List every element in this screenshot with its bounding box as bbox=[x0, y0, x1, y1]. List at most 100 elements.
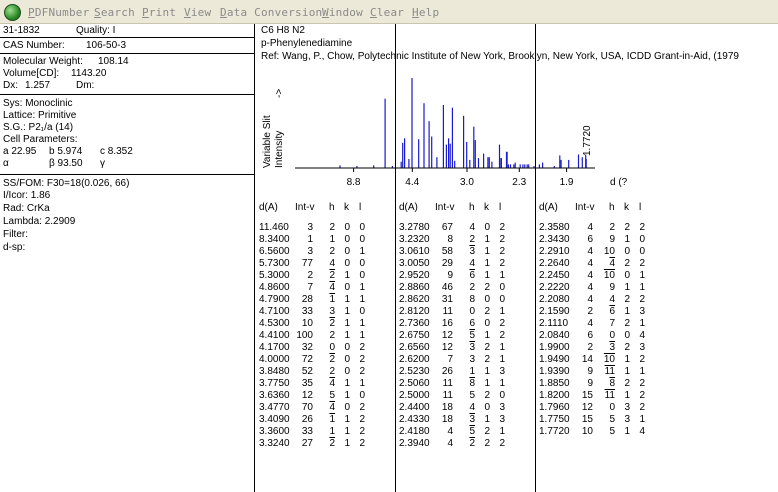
cell-k: 2 bbox=[624, 258, 630, 269]
cell-int: 4 bbox=[587, 270, 593, 281]
header-h: h bbox=[329, 202, 335, 213]
lattice: Lattice: Primitive bbox=[3, 110, 77, 121]
cell-l: 1 bbox=[359, 318, 365, 329]
header-h: h bbox=[469, 202, 475, 213]
cell-l: 0 bbox=[499, 390, 505, 401]
menu-help[interactable]: Help bbox=[412, 6, 439, 19]
cell-l: 1 bbox=[359, 246, 365, 257]
peak-annotation: 1.7720 bbox=[582, 125, 593, 156]
y-axis-arrow: -> bbox=[274, 89, 285, 98]
cell-h: 1 bbox=[329, 294, 335, 305]
cell-d: 2.8120 bbox=[399, 306, 430, 317]
cell-params-label: Cell Parameters: bbox=[3, 134, 78, 145]
cell-d: 2.3940 bbox=[399, 438, 430, 449]
menu-clear[interactable]: Clear bbox=[370, 6, 404, 19]
cell-k: 1 bbox=[344, 294, 350, 305]
menu-data-conversion[interactable]: Data Conversion bbox=[220, 6, 322, 19]
cell-l: 1 bbox=[499, 426, 505, 437]
cell-d: 2.6750 bbox=[399, 330, 430, 341]
cell-c: c 8.352 bbox=[100, 146, 133, 157]
cell-gamma: γ bbox=[100, 158, 105, 169]
cell-int: 29 bbox=[441, 258, 453, 269]
cell-h: 3 bbox=[609, 342, 615, 353]
cell-l: 3 bbox=[639, 342, 645, 353]
menu-pdfnumber[interactable]: PDFNumber bbox=[28, 6, 89, 19]
divider bbox=[0, 94, 255, 95]
cell-int: 18 bbox=[441, 402, 453, 413]
cell-alpha: α bbox=[3, 158, 9, 169]
reflection-table: d(A) Int-v h k l 2.3580 4 2 2 2 2.3430 6 9 1 0 2.2910 4 1… bbox=[539, 202, 674, 487]
cell-h: 4 bbox=[329, 378, 335, 389]
cell-h: 1 bbox=[329, 426, 335, 437]
header-k: k bbox=[484, 202, 489, 213]
cell-k: 2 bbox=[624, 342, 630, 353]
cell-h: 3 bbox=[469, 354, 475, 365]
app-globe-icon[interactable] bbox=[4, 4, 21, 21]
cell-d: 2.2220 bbox=[539, 282, 570, 293]
cell-l: 1 bbox=[639, 366, 645, 377]
cell-k: 1 bbox=[484, 246, 490, 257]
cell-int: 31 bbox=[441, 294, 453, 305]
cell-k: 0 bbox=[344, 258, 350, 269]
cell-h: 2 bbox=[329, 246, 335, 257]
cell-int: 72 bbox=[301, 354, 313, 365]
dx-value: 1.257 bbox=[25, 80, 51, 91]
cell-l: 2 bbox=[359, 342, 365, 353]
cell-k: 3 bbox=[624, 414, 630, 425]
filter: Filter: bbox=[3, 229, 28, 240]
cell-h: 8 bbox=[469, 294, 475, 305]
cell-d: 11.460 bbox=[259, 222, 289, 233]
cell-d: 5.3000 bbox=[259, 270, 290, 281]
cell-d: 2.5230 bbox=[399, 366, 430, 377]
cell-l: 1 bbox=[499, 306, 505, 317]
mw-value: 108.14 bbox=[98, 56, 129, 67]
menu-view[interactable]: View bbox=[184, 6, 211, 19]
cell-d: 2.2910 bbox=[539, 246, 570, 257]
cell-int: 14 bbox=[581, 354, 593, 365]
menu-print[interactable]: Print bbox=[142, 6, 176, 19]
cell-l: 0 bbox=[359, 390, 365, 401]
cell-k: 0 bbox=[624, 330, 630, 341]
cell-d: 3.4770 bbox=[259, 402, 290, 413]
cell-l: 2 bbox=[359, 354, 365, 365]
cell-d: 1.9390 bbox=[539, 366, 570, 377]
cell-l: 1 bbox=[359, 330, 365, 341]
cas-value: 106-50-3 bbox=[86, 40, 127, 51]
cell-l: 1 bbox=[499, 270, 505, 281]
cell-h: 10 bbox=[603, 354, 615, 365]
cell-l: 2 bbox=[639, 222, 645, 233]
reflection-table: d(A) Int-v h k l 11.460 3 2 0 0 8.3400 1 1 0 0 6.5600 3 2… bbox=[259, 202, 394, 487]
cell-h: 8 bbox=[609, 378, 615, 389]
cell-a: a 22.95 bbox=[3, 146, 37, 157]
cell-k: 2 bbox=[484, 354, 490, 365]
reflection-table: d(A) Int-v h k l 3.2780 67 4 0 2 3.2320 8 2 1 2 3.0610 5… bbox=[399, 202, 534, 487]
x-tick-label: 8.8 bbox=[347, 177, 361, 188]
peaks-group bbox=[339, 78, 587, 168]
cell-d: 1.8200 bbox=[539, 390, 570, 401]
menu-search[interactable]: Search bbox=[94, 6, 135, 19]
header-l: l bbox=[499, 202, 502, 213]
cell-d: 2.5060 bbox=[399, 378, 430, 389]
cell-int: 35 bbox=[301, 378, 313, 389]
cell-d: 3.0050 bbox=[399, 258, 430, 269]
header-d: d(A) bbox=[259, 202, 278, 213]
cell-k: 1 bbox=[344, 270, 350, 281]
cell-k: 0 bbox=[344, 342, 350, 353]
cell-int: 67 bbox=[441, 222, 453, 233]
menu-window[interactable]: Window bbox=[322, 6, 363, 19]
cell-d: 1.7960 bbox=[539, 402, 570, 413]
cell-l: 2 bbox=[499, 234, 505, 245]
cell-d: 3.2780 bbox=[399, 222, 430, 233]
cell-k: 1 bbox=[484, 414, 490, 425]
cell-l: 3 bbox=[499, 414, 505, 425]
cell-h: 1 bbox=[329, 414, 335, 425]
cell-d: 2.6200 bbox=[399, 354, 430, 365]
cell-d: 2.3430 bbox=[539, 234, 570, 245]
cell-d: 4.4100 bbox=[259, 330, 290, 341]
cell-l: 0 bbox=[359, 270, 365, 281]
cell-int: 2 bbox=[587, 306, 593, 317]
cell-int: 100 bbox=[296, 330, 313, 341]
cell-h: 2 bbox=[469, 282, 475, 293]
cell-int: 4 bbox=[587, 318, 593, 329]
header-int: Int-v bbox=[295, 202, 315, 213]
